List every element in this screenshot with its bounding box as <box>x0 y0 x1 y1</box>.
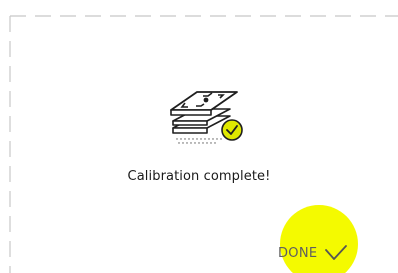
calibration-status-message: Calibration complete! <box>127 169 271 184</box>
done-button-label: DONE <box>278 245 318 261</box>
done-button[interactable]: DONE <box>278 236 348 270</box>
calibration-plate-check-icon <box>170 91 243 144</box>
check-icon <box>325 245 348 260</box>
